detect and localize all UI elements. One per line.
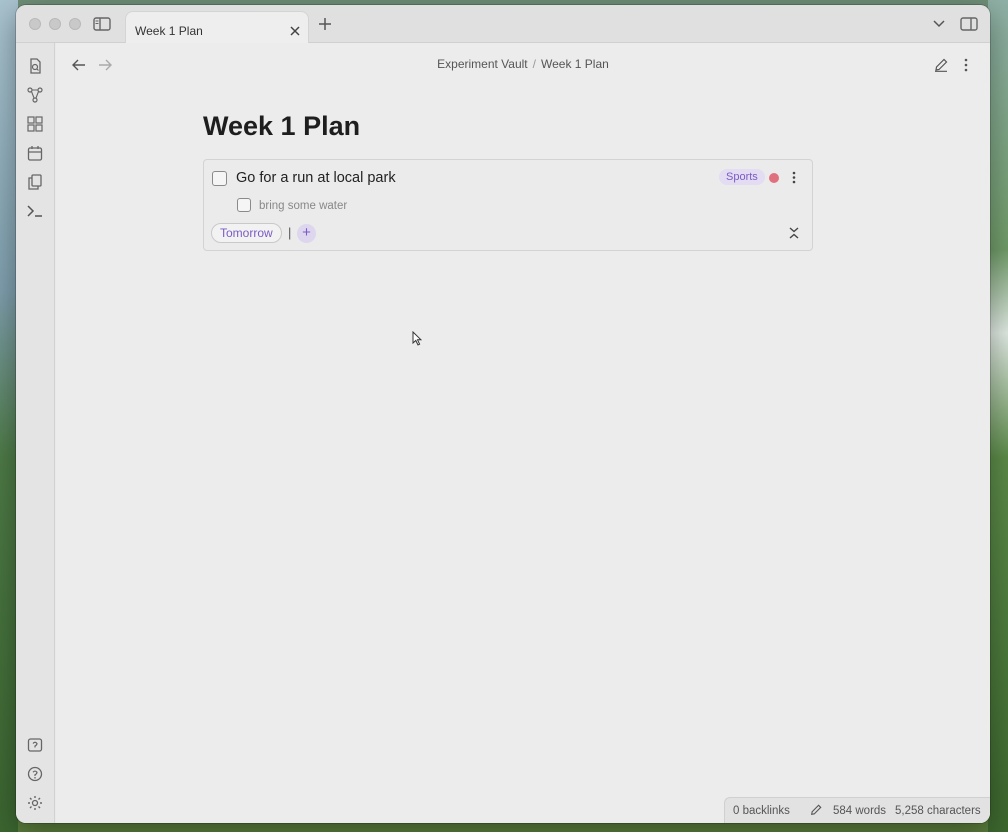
settings-gear-icon[interactable] bbox=[26, 794, 44, 812]
title-bar: Week 1 Plan bbox=[16, 5, 990, 44]
task-checkbox[interactable] bbox=[212, 171, 227, 186]
vault-switcher-icon[interactable] bbox=[26, 736, 44, 754]
left-sidebar-toggle-icon[interactable] bbox=[92, 15, 112, 33]
more-options-icon[interactable] bbox=[958, 56, 974, 74]
window-minimize-button[interactable] bbox=[49, 18, 61, 30]
editor-pane: Experiment Vault / Week 1 Plan Week 1 Plan… bbox=[56, 43, 990, 823]
collapse-chevrons-icon[interactable] bbox=[787, 225, 801, 241]
tab-title: Week 1 Plan bbox=[135, 24, 203, 38]
character-count: 5,258 characters bbox=[895, 805, 981, 817]
edit-pencil-icon[interactable] bbox=[932, 56, 950, 74]
subtask-checkbox[interactable] bbox=[237, 198, 251, 212]
breadcrumb-vault[interactable]: Experiment Vault bbox=[437, 57, 528, 71]
window-close-button[interactable] bbox=[29, 18, 41, 30]
mouse-pointer-icon bbox=[412, 330, 423, 351]
right-sidebar-toggle-icon[interactable] bbox=[959, 15, 979, 33]
subtask-text[interactable]: bring some water bbox=[259, 200, 347, 212]
note-title[interactable]: Week 1 Plan bbox=[203, 111, 360, 142]
editing-mode-pencil-icon[interactable] bbox=[809, 803, 823, 817]
graph-view-icon[interactable] bbox=[26, 86, 44, 104]
calendar-icon[interactable] bbox=[26, 144, 44, 162]
task-card: Go for a run at local park Sports bring … bbox=[203, 159, 813, 251]
canvas-icon[interactable] bbox=[26, 115, 44, 133]
help-icon[interactable] bbox=[26, 765, 44, 783]
word-count: 584 words bbox=[833, 805, 887, 817]
copy-files-icon[interactable] bbox=[26, 173, 44, 191]
add-property-button[interactable]: + bbox=[297, 224, 316, 243]
task-text[interactable]: Go for a run at local park bbox=[236, 170, 396, 186]
tab-week-1-plan[interactable]: Week 1 Plan bbox=[125, 11, 309, 44]
priority-indicator[interactable] bbox=[769, 173, 779, 183]
terminal-icon[interactable] bbox=[26, 202, 44, 220]
task-more-icon[interactable] bbox=[788, 169, 800, 186]
left-ribbon bbox=[16, 43, 55, 823]
window-maximize-button[interactable] bbox=[69, 18, 81, 30]
open-switcher-icon[interactable] bbox=[26, 57, 44, 75]
task-tag[interactable]: Sports bbox=[719, 169, 765, 185]
breadcrumb: Experiment Vault / Week 1 Plan bbox=[56, 57, 990, 71]
backlinks-count[interactable]: 0 backlinks bbox=[733, 805, 790, 817]
due-date-pill[interactable]: Tomorrow bbox=[211, 223, 282, 243]
tab-list-chevron-down-icon[interactable] bbox=[930, 15, 948, 33]
new-tab-plus-icon[interactable] bbox=[316, 15, 334, 33]
breadcrumb-separator: / bbox=[532, 57, 536, 71]
desktop-wallpaper-right bbox=[988, 0, 1008, 832]
app-window: Week 1 Plan Experiment Vault / Week 1 Pl… bbox=[16, 5, 990, 823]
pill-separator: | bbox=[288, 225, 292, 240]
tab-close-icon[interactable] bbox=[288, 24, 302, 38]
breadcrumb-note[interactable]: Week 1 Plan bbox=[541, 57, 609, 71]
status-bar: 0 backlinks 584 words 5,258 characters bbox=[724, 797, 990, 823]
